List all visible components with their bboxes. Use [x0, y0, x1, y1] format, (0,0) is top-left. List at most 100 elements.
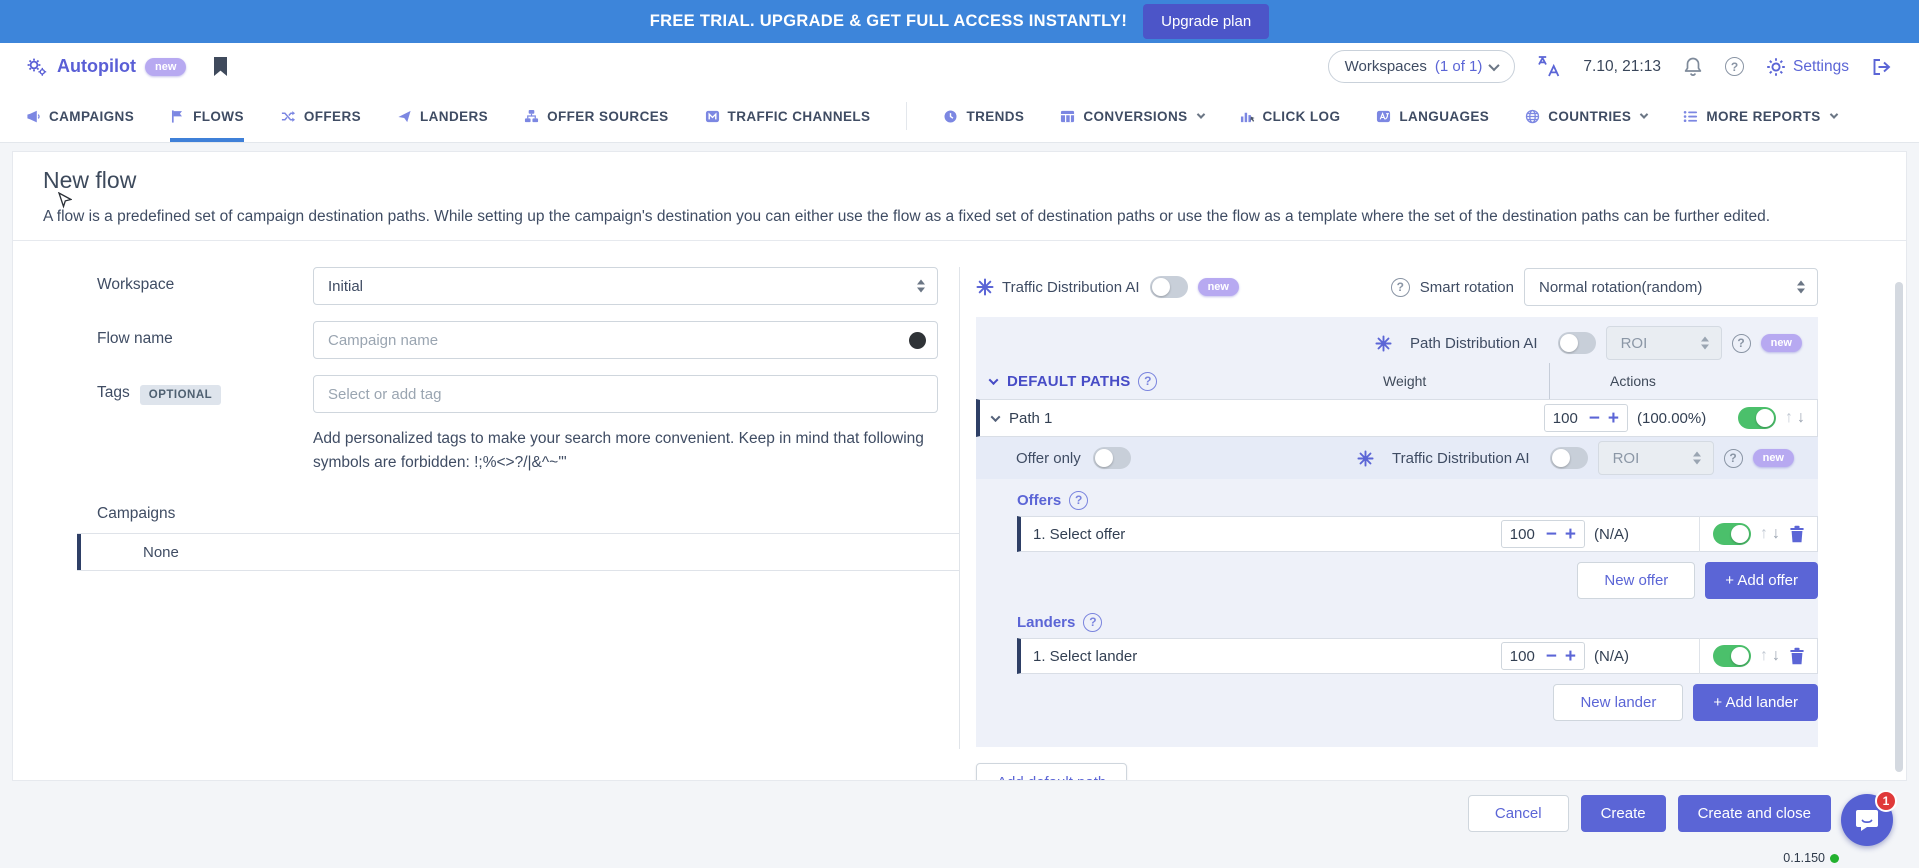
minus-button[interactable]: −	[1546, 525, 1557, 544]
bookmark-icon[interactable]	[212, 56, 229, 77]
new-offer-button[interactable]: New offer	[1577, 562, 1695, 599]
flow-name-input[interactable]	[328, 332, 923, 349]
chat-bubble-icon	[1854, 807, 1880, 833]
notifications-bell-icon[interactable]	[1683, 56, 1703, 78]
add-default-path-button[interactable]: Add default path	[976, 763, 1127, 781]
help-icon[interactable]: ?	[1725, 57, 1744, 76]
offer-weight-value[interactable]: 100	[1510, 526, 1538, 543]
nav-click-log[interactable]: CLICK LOG	[1240, 90, 1341, 142]
path-traffic-ai-help-icon[interactable]: ?	[1724, 449, 1743, 468]
offers-help-icon[interactable]: ?	[1069, 491, 1088, 510]
path-ai-toggle[interactable]	[1558, 332, 1596, 354]
lander-row[interactable]: 1. Select lander 100 − + (N/A) ↑	[1017, 638, 1818, 674]
move-down-icon[interactable]: ↓	[1772, 525, 1780, 543]
traffic-ai-toggle[interactable]	[1150, 276, 1188, 298]
traffic-channels-icon	[705, 109, 720, 124]
actions-column-header: Actions	[1550, 373, 1818, 389]
name-indicator-dot	[909, 332, 926, 349]
move-down-icon[interactable]: ↓	[1772, 647, 1780, 665]
traffic-ai-new-badge: new	[1198, 278, 1239, 296]
select-stepper-icon	[1693, 452, 1701, 465]
trash-icon[interactable]	[1789, 525, 1805, 543]
trash-icon[interactable]	[1789, 647, 1805, 665]
nav-countries[interactable]: COUNTRIES	[1525, 90, 1647, 142]
campaigns-label: Campaigns	[97, 505, 959, 523]
list-icon	[1683, 109, 1698, 124]
nav-conversions[interactable]: CONVERSIONS	[1060, 90, 1203, 142]
traffic-ai-label: Traffic Distribution AI	[1002, 279, 1140, 296]
shuffle-arrows-icon	[280, 109, 296, 124]
default-paths-toggle[interactable]: DEFAULT PATHS ?	[990, 372, 1157, 391]
landers-help-icon[interactable]: ?	[1083, 613, 1102, 632]
ai-icon	[1375, 335, 1392, 352]
landers-header: Landers	[1017, 614, 1075, 631]
nav-offers[interactable]: OFFERS	[280, 90, 361, 142]
nav-offer-sources[interactable]: OFFER SOURCES	[524, 90, 668, 142]
chevron-down-icon	[989, 375, 999, 385]
offer-row[interactable]: 1. Select offer 100 − + (N/A) ↑	[1017, 516, 1818, 552]
lander-row-label: 1. Select lander	[1033, 648, 1137, 665]
chevron-down-icon	[991, 412, 1001, 422]
app-logo[interactable]: Autopilot new	[26, 56, 186, 78]
chat-widget-button[interactable]: 1	[1841, 794, 1893, 846]
create-button[interactable]: Create	[1581, 795, 1666, 832]
lander-enabled-toggle[interactable]	[1713, 645, 1751, 667]
scrollbar[interactable]	[1895, 282, 1903, 772]
offer-row-label: 1. Select offer	[1033, 526, 1125, 543]
card-header: New flow A flow is a predefined set of c…	[13, 152, 1906, 241]
plus-button[interactable]: +	[1565, 647, 1576, 666]
language-icon[interactable]	[1537, 56, 1561, 78]
create-and-close-button[interactable]: Create and close	[1678, 795, 1831, 832]
offer-only-row: Offer only Traffic Distribution AI ROI ?	[976, 437, 1818, 479]
offer-only-toggle[interactable]	[1093, 447, 1131, 469]
version-label: 0.1.150	[1783, 851, 1839, 865]
tags-help-text: Add personalized tags to make your searc…	[313, 427, 953, 475]
campaigns-list: None	[77, 533, 959, 571]
offer-enabled-toggle[interactable]	[1713, 523, 1751, 545]
nav-languages[interactable]: LANGUAGES	[1376, 90, 1489, 142]
nav-more-reports[interactable]: MORE REPORTS	[1683, 90, 1836, 142]
add-offer-button[interactable]: + Add offer	[1705, 562, 1818, 599]
nav-landers[interactable]: LANDERS	[397, 90, 488, 142]
path-weight-value[interactable]: 100	[1553, 410, 1581, 427]
default-paths-help-icon[interactable]: ?	[1138, 372, 1157, 391]
move-up-icon[interactable]: ↑	[1785, 409, 1793, 427]
add-lander-button[interactable]: + Add lander	[1693, 684, 1818, 721]
new-lander-button[interactable]: New lander	[1553, 684, 1683, 721]
smart-rotation-help-icon[interactable]: ?	[1391, 278, 1410, 297]
move-up-icon[interactable]: ↑	[1760, 647, 1768, 665]
smart-rotation-select[interactable]: Normal rotation(random)	[1524, 268, 1818, 306]
paths-panel: Traffic Distribution AI new ? Smart rota…	[960, 267, 1906, 769]
app-header: Autopilot new Workspaces (1 of 1) 7.10, …	[0, 43, 1919, 90]
path-traffic-ai-toggle[interactable]	[1550, 447, 1588, 469]
workspaces-dropdown[interactable]: Workspaces (1 of 1)	[1328, 50, 1516, 83]
plus-button[interactable]: +	[1608, 409, 1619, 428]
nav-traffic-channels[interactable]: TRAFFIC CHANNELS	[705, 90, 871, 142]
scrollbar-thumb[interactable]	[1895, 282, 1903, 772]
workspace-select[interactable]: Initial	[313, 267, 938, 305]
path-enabled-toggle[interactable]	[1738, 407, 1776, 429]
nav-separator	[906, 102, 907, 130]
settings-button[interactable]: Settings	[1766, 57, 1849, 77]
path-ai-help-icon[interactable]: ?	[1732, 334, 1751, 353]
roi-value: ROI	[1621, 335, 1648, 352]
nav-trends[interactable]: TRENDS	[943, 90, 1024, 142]
path-row[interactable]: Path 1 100 − + (100.00%) ↑ ↓	[976, 399, 1818, 437]
plus-button[interactable]: +	[1565, 525, 1576, 544]
nav-campaigns[interactable]: CAMPAIGNS	[26, 90, 134, 142]
new-flow-card: New flow A flow is a predefined set of c…	[12, 151, 1907, 781]
move-down-icon[interactable]: ↓	[1797, 409, 1805, 427]
nav-flows[interactable]: FLOWS	[170, 90, 244, 142]
cancel-button[interactable]: Cancel	[1468, 795, 1569, 832]
minus-button[interactable]: −	[1589, 409, 1600, 428]
offer-stat: (N/A)	[1594, 526, 1686, 543]
datetime-label: 7.10, 21:13	[1583, 58, 1661, 76]
minus-button[interactable]: −	[1546, 647, 1557, 666]
offer-only-label: Offer only	[1016, 450, 1081, 467]
logout-icon[interactable]	[1871, 57, 1893, 77]
lander-weight-value[interactable]: 100	[1510, 648, 1538, 665]
move-up-icon[interactable]: ↑	[1760, 525, 1768, 543]
path-traffic-ai-new-badge: new	[1753, 449, 1794, 467]
upgrade-plan-button[interactable]: Upgrade plan	[1143, 4, 1269, 39]
tags-input[interactable]	[328, 386, 923, 403]
